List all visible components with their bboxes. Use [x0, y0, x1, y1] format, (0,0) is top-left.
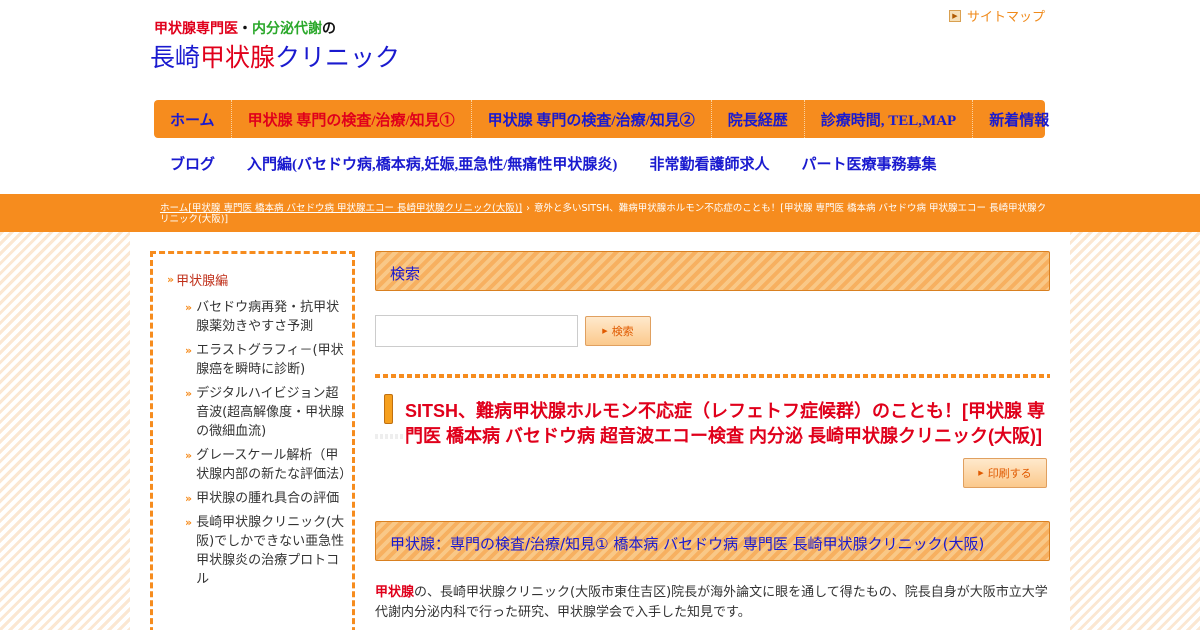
- sidebar-item-label: 長崎甲状腺クリニック(大阪)でしかできない亜急性甲状腺炎の治療プロトコル: [196, 515, 345, 587]
- sitemap-label: サイトマップ: [966, 10, 1045, 25]
- body-text: の、長崎甲状腺クリニック(大阪市東住吉区)院長が海外論文に眼を通して得たもの、院…: [375, 585, 1061, 620]
- nav-clerk-recruit[interactable]: パート医療事務募集: [785, 146, 952, 180]
- sidebar-item[interactable]: ›› バセドウ病再発・抗甲状腺薬効きやすさ予測: [185, 298, 350, 336]
- page-title: SITSH、難病甲状腺ホルモン不応症（レフェトフ症候群）のことも！[甲状腺 専門…: [405, 401, 1045, 446]
- logo-clinic: クリニック: [275, 43, 401, 72]
- nav-news[interactable]: 新着情報: [973, 100, 1065, 138]
- double-chevron-icon: ››: [185, 301, 192, 314]
- sidebar-item[interactable]: ›› 長崎甲状腺クリニック(大阪)でしかできない亜急性甲状腺炎の治療プロトコル: [185, 513, 350, 589]
- sidebar: ›› 甲状腺編 ›› バセドウ病再発・抗甲状腺薬効きやすさ予測 ›› エラストグラフ…: [150, 251, 355, 630]
- breadcrumb: ホーム[甲状腺 専門医 橋本病 バセドウ病 甲状腺エコー 長崎甲状腺クリニック(…: [160, 203, 1050, 225]
- sidebar-heading-label: 甲状腺編: [176, 274, 229, 289]
- sidebar-item-label: グレースケール解析（甲状腺内部の新たな評価法）: [196, 448, 353, 482]
- print-button-label: 印刷する: [987, 467, 1032, 480]
- title-underline: [375, 434, 403, 439]
- body-paragraph: 甲状腺の、長崎甲状腺クリニック(大阪市東住吉区)院長が海外論文に眼を通して得たも…: [375, 583, 1061, 623]
- tagline-dot: ・: [238, 21, 252, 37]
- nav-director-profile[interactable]: 院長経歴: [712, 100, 805, 138]
- nav-thyroid-exam-1[interactable]: 甲状腺 専門の検査/治療/知見①: [232, 100, 472, 138]
- nav-intro[interactable]: 入門編(バセドウ病,橋本病,妊娠,亜急性/無痛性甲状腺炎): [231, 146, 633, 180]
- nav-nurse-recruit[interactable]: 非常勤看護師求人: [633, 146, 785, 180]
- search-heading: 検索: [390, 265, 421, 283]
- nav-blog[interactable]: ブログ: [154, 146, 231, 180]
- sidebar-item-label: 甲状腺の腫れ具合の評価: [196, 491, 340, 506]
- print-button[interactable]: ▶ 印刷する: [963, 458, 1047, 488]
- breadcrumb-separator: ›: [526, 203, 530, 214]
- sidebar-item-label: エラストグラフィ－(甲状腺癌を瞬時に診断): [196, 343, 344, 377]
- nav-home[interactable]: ホーム: [154, 100, 232, 138]
- double-chevron-icon: ››: [185, 516, 192, 529]
- triangle-right-icon: ▶: [978, 469, 984, 477]
- sidebar-item[interactable]: ›› エラストグラフィ－(甲状腺癌を瞬時に診断): [185, 341, 350, 379]
- title-marker-icon: [384, 394, 393, 424]
- sidebar-item[interactable]: ›› グレースケール解析（甲状腺内部の新たな評価法）: [185, 446, 353, 484]
- sidebar-item-label: デジタルハイビジョン超音波(超高解像度・甲状腺の微細血流): [196, 386, 345, 439]
- secondary-nav: ブログ 入門編(バセドウ病,橋本病,妊娠,亜急性/無痛性甲状腺炎) 非常勤看護師…: [154, 146, 952, 180]
- search-button[interactable]: ▶ 検索: [585, 316, 651, 346]
- title-divider: [375, 374, 1050, 378]
- nav-hours-map[interactable]: 診療時間, TEL,MAP: [805, 100, 974, 138]
- search-input[interactable]: [375, 315, 578, 347]
- search-heading-box: 検索: [375, 251, 1050, 291]
- tagline-thyroid-specialist: 甲状腺専門医: [154, 21, 238, 37]
- double-chevron-icon: ››: [185, 387, 192, 400]
- section-heading: 甲状腺：専門の検査/治療/知見① 橋本病 バセドウ病 専門医 長崎甲状腺クリニッ…: [390, 535, 985, 553]
- section-heading-box: 甲状腺：専門の検査/治療/知見① 橋本病 バセドウ病 専門医 長崎甲状腺クリニッ…: [375, 521, 1050, 561]
- site-logo[interactable]: 長崎甲状腺クリニック: [150, 38, 400, 74]
- sitemap-link[interactable]: ▶ サイトマップ: [948, 6, 1045, 25]
- logo-thyroid: 甲状腺: [200, 43, 276, 72]
- sidebar-item-label: バセドウ病再発・抗甲状腺薬効きやすさ予測: [196, 300, 340, 334]
- main-nav: ホーム 甲状腺 専門の検査/治療/知見① 甲状腺 専門の検査/治療/知見② 院長…: [154, 100, 1049, 138]
- double-chevron-icon: ››: [185, 449, 192, 462]
- tagline-particle: の: [322, 21, 336, 37]
- tagline-endocrine: 内分泌代謝: [252, 21, 322, 37]
- sidebar-item[interactable]: ›› デジタルハイビジョン超音波(超高解像度・甲状腺の微細血流): [185, 384, 350, 441]
- sidebar-heading[interactable]: ›› 甲状腺編: [167, 270, 228, 289]
- double-chevron-icon: ››: [167, 273, 174, 286]
- sidebar-list: ›› バセドウ病再発・抗甲状腺薬効きやすさ予測 ›› エラストグラフィ－(甲状腺癌を…: [185, 298, 353, 594]
- logo-nagasaki: 長崎: [150, 43, 201, 72]
- search-button-label: 検索: [611, 325, 634, 338]
- double-chevron-icon: ››: [185, 492, 192, 505]
- double-chevron-icon: ››: [185, 344, 192, 357]
- body-highlight: 甲状腺: [375, 585, 415, 600]
- site-tagline: 甲状腺専門医・内分泌代謝の: [154, 18, 336, 38]
- breadcrumb-home-link[interactable]: ホーム[甲状腺 専門医 橋本病 バセドウ病 甲状腺エコー 長崎甲状腺クリニック(…: [160, 203, 522, 214]
- sidebar-item[interactable]: ›› 甲状腺の腫れ具合の評価: [185, 489, 350, 508]
- nav-thyroid-exam-2[interactable]: 甲状腺 専門の検査/治療/知見②: [472, 100, 712, 138]
- arrow-right-icon: ▶: [948, 9, 961, 22]
- triangle-right-icon: ▶: [602, 327, 608, 335]
